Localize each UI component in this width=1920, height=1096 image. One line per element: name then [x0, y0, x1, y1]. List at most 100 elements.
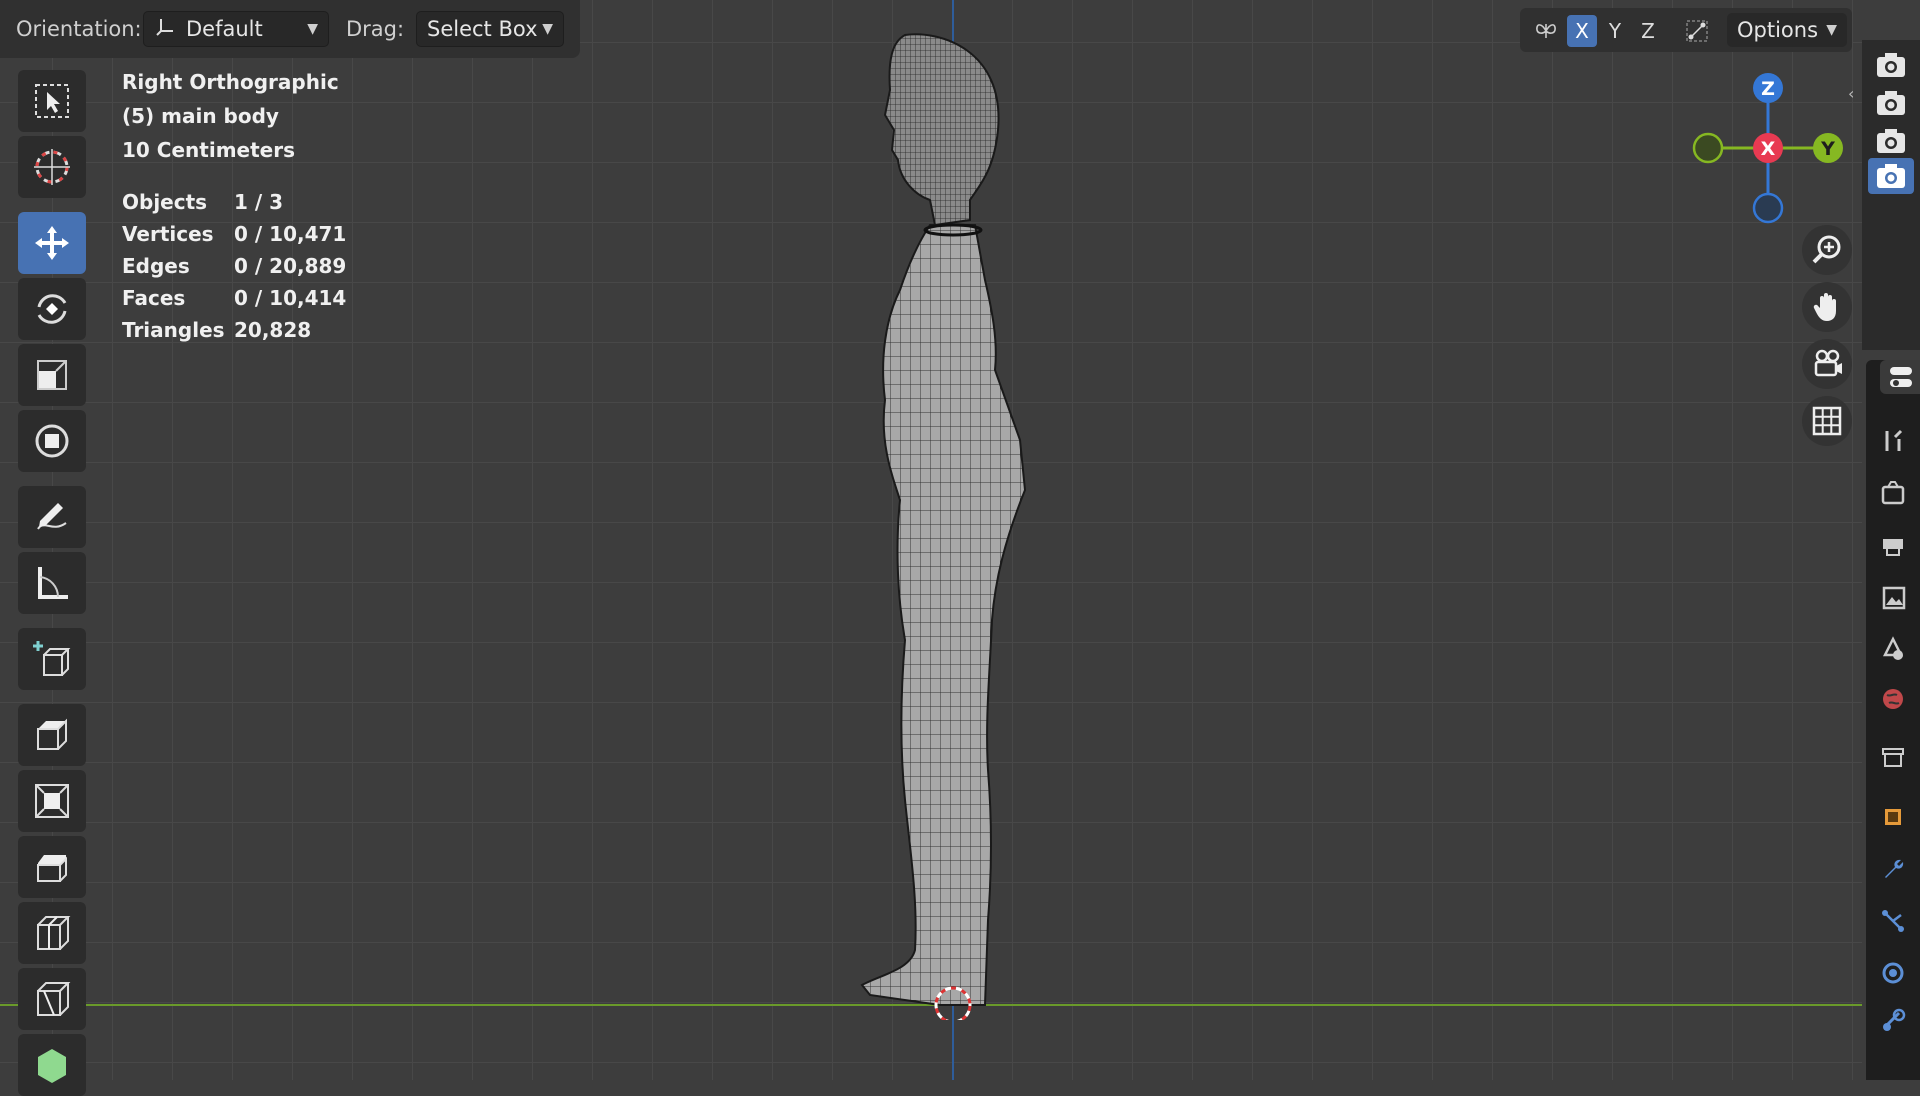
tool-settings-tab[interactable]: [1880, 360, 1920, 394]
collection-tab[interactable]: [1876, 740, 1910, 774]
render-camera-icon[interactable]: [1874, 50, 1908, 80]
outliner-visibility-strip: [1862, 40, 1920, 350]
object-tab[interactable]: [1876, 800, 1910, 834]
world-icon: [1883, 689, 1903, 709]
stat-objects: Objects 1 / 3: [122, 190, 346, 222]
gizmo-z-label: Z: [1761, 78, 1775, 100]
extrude-region-tool[interactable]: [18, 704, 86, 766]
options-dropdown[interactable]: Options ▼: [1727, 13, 1847, 47]
inset-faces-tool[interactable]: [18, 770, 86, 832]
drag-label: Drag:: [346, 17, 405, 41]
active-render-camera[interactable]: [1868, 158, 1914, 194]
chevron-down-icon: ▼: [307, 21, 318, 37]
poly-build-tool[interactable]: [18, 1034, 86, 1096]
orientation-axes-icon: [154, 16, 176, 43]
gizmo-neg-z-axis[interactable]: [1752, 192, 1784, 224]
measure-tool[interactable]: [18, 552, 86, 614]
output-tab[interactable]: [1876, 528, 1910, 562]
loop-cut-icon: [37, 916, 71, 950]
scene-tab[interactable]: [1876, 632, 1910, 666]
knife-tool[interactable]: [18, 968, 86, 1030]
loop-cut-tool[interactable]: [18, 902, 86, 964]
add-cube-icon: [33, 641, 71, 676]
sidebar-collapse-icon[interactable]: ‹: [1848, 84, 1854, 103]
bevel-tool[interactable]: [18, 836, 86, 898]
viewport-overlay-info: Right Orthographic (5) main body 10 Cent…: [122, 70, 346, 350]
gizmo-x-axis[interactable]: X: [1753, 133, 1783, 163]
add-cube-tool[interactable]: [18, 628, 86, 690]
orientation-label: Orientation:: [16, 17, 142, 41]
camera-view-button[interactable]: [1802, 339, 1852, 389]
mirror-z-toggle[interactable]: Z: [1633, 15, 1663, 47]
render-camera-icon[interactable]: [1874, 126, 1908, 156]
extrude-icon: [37, 718, 67, 750]
annotate-tool[interactable]: [18, 486, 86, 548]
wrench-icon: [1885, 859, 1904, 878]
constraints-icon: [1883, 1008, 1906, 1031]
hand-icon: [1813, 293, 1836, 321]
inset-icon: [35, 784, 69, 818]
poly-build-icon: [38, 1049, 66, 1083]
render-camera-icon[interactable]: [1874, 88, 1908, 118]
chevron-down-icon: ▼: [1826, 22, 1837, 38]
rotate-icon: [37, 294, 67, 324]
toggle-icon: [1890, 367, 1912, 387]
cursor-tool[interactable]: [18, 136, 86, 198]
gizmo-y-label: Y: [1820, 138, 1835, 160]
butterfly-mirror-icon[interactable]: [1530, 15, 1562, 47]
tool-tab[interactable]: [1876, 424, 1910, 458]
render-camera-icon: [1877, 164, 1905, 188]
stat-value: 0 / 20,889: [234, 254, 347, 278]
pan-button[interactable]: [1802, 282, 1852, 332]
drag-value: Select Box: [427, 17, 538, 41]
object-icon: [1885, 809, 1901, 825]
gizmo-y-axis[interactable]: Y: [1813, 133, 1843, 163]
grid-scale: 10 Centimeters: [122, 138, 295, 162]
mirror-y-toggle[interactable]: Y: [1600, 15, 1630, 47]
render-tab[interactable]: [1876, 476, 1910, 510]
move-icon: [35, 226, 69, 260]
drag-dropdown[interactable]: Select Box ▼: [416, 11, 564, 47]
particles-icon: [1882, 910, 1904, 932]
view-layer-tab[interactable]: [1876, 580, 1910, 614]
physics-tab[interactable]: [1876, 956, 1910, 990]
orientation-value: Default: [186, 17, 263, 41]
world-tab[interactable]: [1876, 682, 1910, 716]
printer-icon: [1883, 539, 1903, 556]
move-tool[interactable]: [18, 212, 86, 274]
navigation-gizmo[interactable]: Z Y X: [1690, 70, 1850, 230]
view-name: Right Orthographic: [122, 70, 339, 94]
modifier-tab[interactable]: [1876, 852, 1910, 886]
particles-tab[interactable]: [1876, 904, 1910, 938]
stat-value: 20,828: [234, 318, 312, 342]
auto-merge-icon[interactable]: [1680, 15, 1714, 47]
orientation-dropdown[interactable]: Default ▼: [143, 11, 329, 47]
scale-icon: [37, 360, 67, 390]
properties-tabs: [1866, 360, 1920, 1080]
collection-icon: [1882, 748, 1904, 767]
options-label: Options: [1737, 18, 1819, 42]
select-box-tool[interactable]: [18, 70, 86, 132]
gizmo-z-axis[interactable]: Z: [1753, 73, 1783, 103]
transform-tool[interactable]: [18, 410, 86, 472]
mirror-x-toggle[interactable]: X: [1567, 15, 1597, 47]
gizmo-x-label: X: [1761, 138, 1776, 160]
bevel-icon: [37, 855, 67, 882]
image-icon: [1882, 586, 1906, 610]
gizmo-neg-y-axis[interactable]: [1692, 132, 1724, 164]
rotate-tool[interactable]: [18, 278, 86, 340]
transform-icon: [35, 424, 69, 458]
stat-label: Triangles: [122, 318, 225, 342]
chevron-down-icon: ▼: [542, 21, 553, 37]
human-mesh-model[interactable]: [780, 20, 1040, 1020]
mirror-options-bar: X Y Z Options ▼: [1520, 8, 1852, 52]
scale-tool[interactable]: [18, 344, 86, 406]
pencil-icon: [37, 503, 67, 530]
select-box-icon: [35, 84, 69, 118]
zoom-button[interactable]: [1802, 225, 1852, 275]
viewport-header: Orientation: Default ▼ Drag: Select Box …: [0, 0, 580, 58]
tools-icon: [1885, 429, 1903, 451]
ortho-toggle-button[interactable]: [1802, 396, 1852, 446]
scene-icon: [1882, 636, 1904, 660]
constraints-tab[interactable]: [1876, 1004, 1910, 1038]
